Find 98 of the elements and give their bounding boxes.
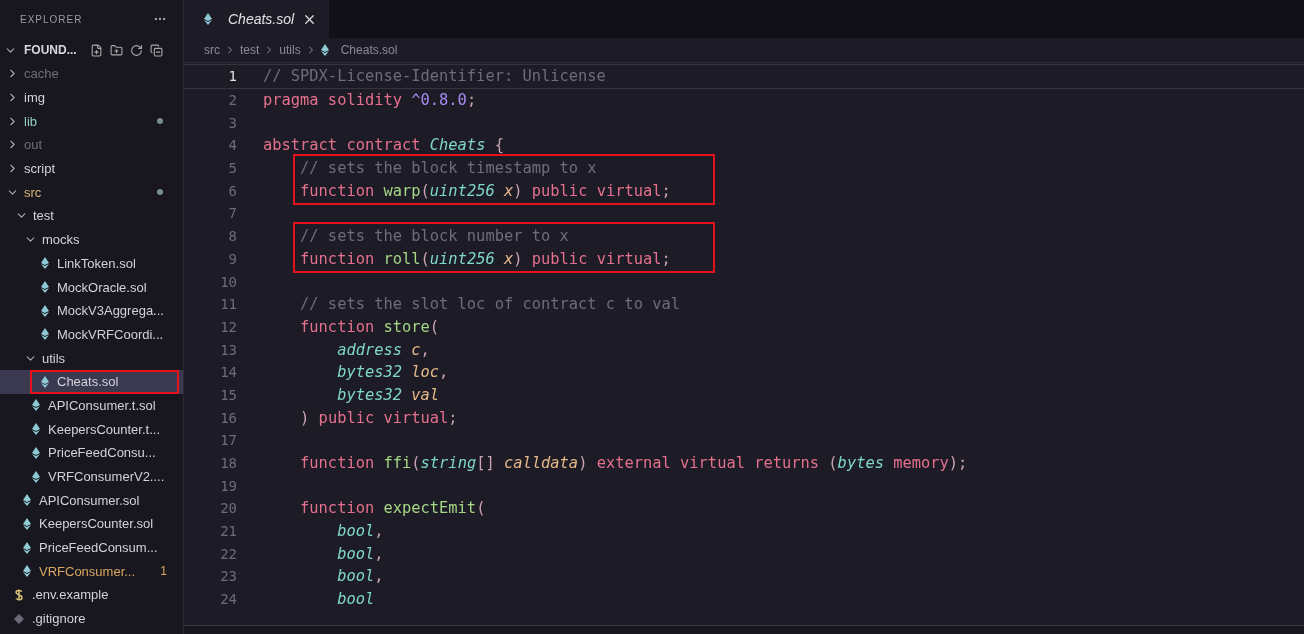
code-line: function warp(uint256 x) public virtual;	[299, 181, 671, 200]
file-item[interactable]: MockV3Aggrega...	[0, 298, 183, 323]
line-number: 2	[227, 92, 237, 109]
code-line: bool,	[336, 544, 384, 563]
file-item[interactable]: APIConsumer.sol	[0, 488, 183, 513]
status-dot	[157, 189, 163, 196]
line-number: 15	[219, 386, 237, 403]
code-line: bytes32 loc,	[336, 363, 449, 382]
ethereum-icon	[41, 304, 49, 317]
editor-tab[interactable]: Cheats.sol	[184, 0, 330, 38]
file-item[interactable]: .gitignore	[0, 606, 183, 631]
line-number: 9	[227, 250, 237, 267]
ethereum-icon	[41, 257, 49, 270]
code-line: bool,	[336, 567, 384, 586]
code-line: // SPDX-License-Identifier: Unlicense	[263, 67, 606, 86]
line-number: 22	[219, 545, 237, 562]
line-number: 21	[219, 523, 237, 540]
ethereum-icon	[23, 565, 31, 578]
ethereum-icon	[23, 541, 31, 554]
new-file-icon[interactable]	[89, 43, 103, 57]
line-number: 5	[227, 160, 237, 177]
line-number: 23	[219, 568, 237, 585]
file-item[interactable]: Cheats.sol	[0, 369, 183, 394]
code-line: bytes32 val	[336, 385, 440, 404]
line-number: 20	[219, 500, 237, 517]
code-line: abstract contract Cheats {	[263, 136, 504, 155]
code-line: // sets the slot loc of contract c to val	[299, 295, 680, 314]
project-name[interactable]: FOUND...	[24, 43, 77, 57]
code-line: bool,	[336, 522, 384, 541]
file-item[interactable]: VRFConsumerV2....	[0, 464, 183, 489]
code-line: function expectEmit(	[299, 499, 486, 518]
ethereum-icon	[320, 44, 329, 56]
file-item[interactable]: VRFConsumer... 1	[0, 559, 183, 584]
dollar-icon	[14, 588, 24, 601]
line-number: 18	[219, 455, 237, 472]
ethereum-icon	[32, 399, 40, 412]
ethereum-icon	[41, 375, 49, 388]
line-number: 16	[219, 409, 237, 426]
file-item[interactable]: MockOracle.sol	[0, 275, 183, 299]
new-folder-icon[interactable]	[109, 43, 123, 57]
collapse-icon[interactable]	[149, 43, 163, 57]
code-line: ) public virtual;	[299, 408, 458, 427]
line-number: 6	[227, 182, 237, 199]
line-number: 4	[227, 137, 237, 154]
file-item[interactable]: PriceFeedConsum...	[0, 535, 183, 560]
file-item[interactable]: .env.example	[0, 583, 183, 607]
folder-item[interactable]: out	[0, 133, 183, 157]
ethereum-icon	[32, 423, 40, 436]
line-number: 17	[219, 432, 237, 449]
problem-count: 1	[160, 564, 167, 579]
code-line: function ffi(string[] calldata) external virtual returns (bytes memory);	[299, 454, 968, 473]
breadcrumb-item[interactable]: Cheats.sol	[340, 43, 398, 57]
folder-item[interactable]: test	[0, 204, 183, 228]
status-dot	[157, 118, 163, 125]
folder-item[interactable]: mocks	[0, 227, 183, 252]
code-line: address c,	[336, 340, 430, 359]
folder-item[interactable]: lib	[0, 109, 183, 134]
diamond-icon	[14, 613, 24, 624]
sidebar-title: EXPLORER	[20, 13, 83, 25]
ethereum-icon	[23, 517, 31, 530]
breadcrumb-item[interactable]: src	[204, 43, 220, 57]
line-number: 24	[219, 591, 237, 608]
ethereum-icon	[23, 494, 31, 507]
folder-item[interactable]: img	[0, 85, 183, 110]
file-item[interactable]: KeepersCounter.sol	[0, 512, 183, 536]
line-number: 13	[219, 341, 237, 358]
line-number: 10	[219, 273, 237, 290]
folder-item[interactable]: src	[0, 180, 183, 205]
line-number: 1	[227, 68, 237, 85]
ethereum-icon	[32, 470, 40, 483]
line-number: 11	[219, 296, 237, 313]
ethereum-icon	[41, 328, 49, 341]
code-line: // sets the block number to x	[299, 227, 569, 246]
folder-item[interactable]: script	[0, 156, 183, 181]
refresh-icon[interactable]	[129, 43, 143, 57]
file-item[interactable]: PriceFeedConsu...	[0, 441, 183, 465]
code-line: // sets the block timestamp to x	[299, 159, 597, 178]
code-line: function store(	[299, 317, 440, 336]
line-number: 7	[227, 205, 237, 222]
ethereum-icon	[32, 446, 40, 459]
code-line: bool	[336, 590, 375, 609]
line-number: 3	[227, 114, 237, 131]
file-item[interactable]: APIConsumer.t.sol	[0, 393, 183, 418]
breadcrumb-item[interactable]: test	[240, 43, 260, 57]
file-item[interactable]: MockVRFCoordi...	[0, 322, 183, 347]
line-number: 14	[219, 364, 237, 381]
breadcrumb-item[interactable]: utils	[279, 43, 301, 57]
folder-item[interactable]: cache	[0, 62, 183, 86]
file-item[interactable]: LinkToken.sol	[0, 251, 183, 276]
code-line: pragma solidity ^0.8.0;	[263, 91, 477, 110]
line-number: 12	[219, 318, 237, 335]
ethereum-icon	[204, 13, 212, 25]
file-item[interactable]: KeepersCounter.t...	[0, 417, 183, 441]
code-line: function roll(uint256 x) public virtual;	[299, 249, 671, 268]
line-number: 8	[227, 228, 237, 245]
line-number: 19	[219, 477, 237, 494]
folder-item[interactable]: utils	[0, 346, 183, 370]
ethereum-icon	[41, 281, 49, 294]
